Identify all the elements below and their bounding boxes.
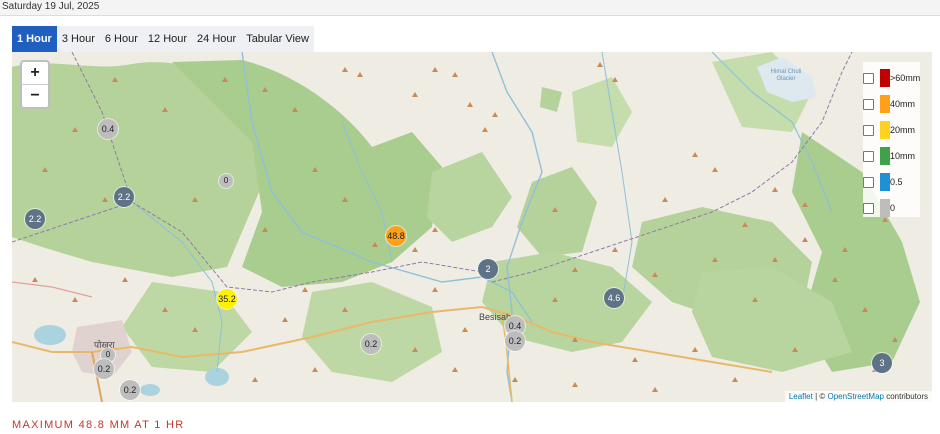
legend-label: 0.5 [890, 177, 903, 187]
legend-label: 20mm [890, 125, 916, 135]
tab-1-hour[interactable]: 1 Hour [12, 26, 57, 52]
tab-12-hour[interactable]: 12 Hour [142, 26, 193, 52]
duration-tabs: 1 Hour 3 Hour 6 Hour 12 Hour 24 Hour Tab… [12, 26, 314, 52]
legend-row: 0 [863, 199, 920, 219]
glacier-type: Glacier [776, 76, 796, 82]
map-attribution: Leaflet | © OpenStreetMap contributors [784, 391, 932, 402]
map-tiles [12, 52, 932, 402]
tab-6-hour[interactable]: 6 Hour [99, 26, 143, 52]
rainfall-map[interactable]: पोखरा Besisah Himal Chuli Glacier + − 0.… [12, 52, 932, 402]
attribution-separator: | © [812, 392, 828, 401]
station-marker[interactable]: 35.2 [217, 289, 237, 309]
legend-checkbox[interactable] [863, 177, 874, 188]
legend-swatch [880, 121, 890, 139]
legend-checkbox[interactable] [863, 99, 874, 110]
zoom-in-button[interactable]: + [22, 62, 48, 84]
glacier-name: Himal Chuli [770, 69, 802, 75]
tab-3-hour[interactable]: 3 Hour [56, 26, 100, 52]
station-marker[interactable]: 2.2 [25, 209, 45, 229]
leaflet-link[interactable]: Leaflet [789, 392, 813, 401]
place-label-glacier: Himal Chuli Glacier [756, 69, 816, 83]
station-marker[interactable]: 3 [872, 353, 892, 373]
rainfall-legend: >60mm 40mm 20mm 10mm 0.5 0 [863, 62, 920, 217]
attribution-suffix: contributors [883, 392, 928, 401]
station-marker[interactable]: 0.2 [120, 380, 140, 400]
legend-row: >60mm [863, 69, 920, 89]
legend-checkbox[interactable] [863, 203, 874, 214]
tab-24-hour[interactable]: 24 Hour [192, 26, 242, 52]
maximum-rainfall-text: MAXIMUM 48.8 MM AT 1 HR [12, 419, 185, 431]
station-marker[interactable]: 4.6 [604, 288, 624, 308]
station-marker[interactable]: 0.4 [98, 119, 118, 139]
station-marker[interactable]: 2 [478, 259, 498, 279]
legend-checkbox[interactable] [863, 151, 874, 162]
tab-tabular-view[interactable]: Tabular View [241, 26, 314, 52]
legend-swatch [880, 147, 890, 165]
legend-checkbox[interactable] [863, 73, 874, 84]
legend-row: 40mm [863, 95, 920, 115]
openstreetmap-link[interactable]: OpenStreetMap [827, 392, 883, 401]
legend-swatch [880, 173, 890, 191]
legend-label: >60mm [890, 73, 921, 83]
station-marker[interactable]: 2.2 [114, 187, 134, 207]
legend-row: 0.5 [863, 173, 920, 193]
legend-label: 40mm [890, 99, 916, 109]
station-marker[interactable]: 0.2 [505, 331, 525, 351]
station-marker[interactable]: 0.2 [94, 359, 114, 379]
legend-row: 10mm [863, 147, 920, 167]
legend-label: 0 [890, 203, 896, 213]
legend-label: 10mm [890, 151, 916, 161]
station-marker[interactable]: 48.8 [386, 226, 406, 246]
zoom-out-button[interactable]: − [22, 84, 48, 107]
zoom-control: + − [20, 60, 50, 109]
legend-row: 20mm [863, 121, 920, 141]
date-bar: Saturday 19 Jul, 2025 [0, 0, 940, 16]
legend-checkbox[interactable] [863, 125, 874, 136]
legend-swatch [880, 95, 890, 113]
station-marker[interactable]: 0.2 [361, 334, 381, 354]
station-marker[interactable]: 0 [219, 174, 233, 188]
current-date: Saturday 19 Jul, 2025 [2, 1, 100, 12]
legend-swatch [880, 69, 890, 87]
legend-swatch [880, 199, 890, 217]
